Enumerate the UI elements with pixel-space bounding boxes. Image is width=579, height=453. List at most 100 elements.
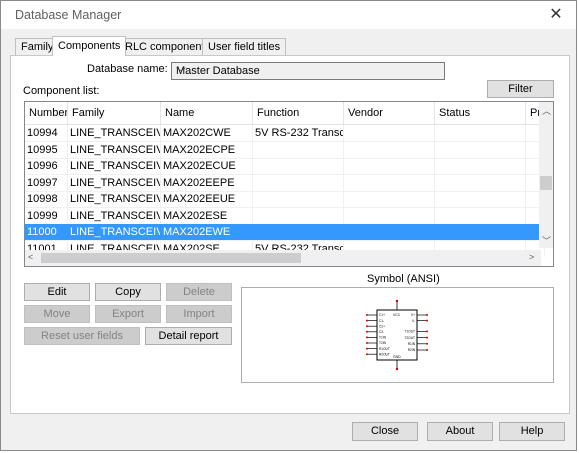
column-header-family[interactable]: Family: [68, 102, 161, 124]
table-cell: [253, 191, 344, 207]
symbol-label: Symbol (ANSI): [367, 273, 440, 285]
chevron-down-icon: ﹀: [176, 68, 186, 79]
table-cell: LINE_TRANSCEIVER: [68, 141, 161, 158]
table-cell: [435, 141, 526, 158]
table-cell: [344, 158, 435, 174]
horizontal-scroll-thumb[interactable]: [41, 253, 301, 263]
tab-user-field-titles[interactable]: User field titles: [202, 38, 287, 55]
pin-dot: [426, 319, 428, 322]
about-button[interactable]: About: [427, 422, 493, 441]
pin-dot: [366, 342, 368, 344]
table-cell: LINE_TRANSCEIVER: [68, 174, 161, 191]
table-cell: MAX202ECPE: [161, 141, 253, 158]
table-cell: [435, 158, 526, 174]
pin-label: C1-: [379, 319, 384, 323]
pin-label: C1+: [379, 313, 385, 317]
table-cell: [344, 224, 435, 240]
table-cell: MAX202EEUE: [161, 191, 253, 207]
scroll-right-icon[interactable]: >: [529, 252, 534, 262]
table-cell: [435, 191, 526, 207]
table-cell: LINE_TRANSCEIVER: [68, 207, 161, 224]
delete-button[interactable]: Delete: [166, 283, 232, 301]
vertical-scrollbar[interactable]: ︿ ﹀: [539, 102, 553, 248]
table-row[interactable]: 10996LINE_TRANSCEIVERMAX202ECUE: [25, 158, 545, 175]
pin-dot: [366, 353, 368, 356]
table-row[interactable]: 11000LINE_TRANSCEIVERMAX202EWE: [25, 224, 545, 241]
table-cell: [344, 174, 435, 191]
table-cell: 10997: [25, 174, 68, 191]
table-cell: [344, 141, 435, 158]
detail-report-button[interactable]: Detail report: [145, 327, 232, 345]
import-button[interactable]: Import: [166, 305, 232, 323]
filter-button[interactable]: Filter: [487, 80, 554, 98]
move-button[interactable]: Move: [24, 305, 90, 323]
table-cell: [253, 141, 344, 158]
close-icon[interactable]: ✕: [546, 5, 566, 25]
pin-label: T2OUT: [405, 336, 416, 340]
scroll-up-icon[interactable]: ︿: [542, 104, 551, 117]
table-cell: 5V RS-232 Transceiv: [255, 125, 344, 141]
table-cell: [344, 125, 435, 141]
ic-symbol-icon: C1+ C1-C2+ C2- T1INT2IN R1OUTR2OUT V+ V- T1OUT…: [366, 299, 428, 371]
table-cell: [435, 125, 526, 141]
pin-dot: [366, 336, 368, 339]
table-cell: MAX202ESE: [161, 207, 253, 224]
tab-components[interactable]: Components: [52, 36, 127, 56]
table-cell: MAX202EWE: [161, 224, 253, 240]
column-header-vendor[interactable]: Vendor: [344, 102, 435, 124]
table-cell: 10994: [25, 125, 68, 141]
help-button[interactable]: Help: [499, 422, 565, 441]
table-cell: 10996: [25, 158, 68, 174]
pin-label: T2IN: [379, 341, 387, 345]
table-header: Number Family Name Function Vendor Statu…: [25, 102, 545, 125]
gnd-pin-label: GND: [393, 355, 401, 359]
symbol-preview: C1+ C1- C2+ C2- T1IN T2IN R1OUT R2OUT V+ V- T1OUT…: [241, 287, 554, 383]
table-cell: [253, 224, 344, 240]
pin-dot: [426, 336, 428, 339]
window-title: Database Manager: [15, 8, 122, 22]
title-bar: Database Manager ✕: [1, 1, 576, 29]
reset-user-fields-button[interactable]: Reset user fields: [24, 327, 140, 345]
export-button[interactable]: Export: [95, 305, 161, 323]
table-cell: [344, 207, 435, 224]
close-button[interactable]: Close: [352, 422, 418, 441]
pin-label: R2IN: [408, 348, 416, 352]
table-row[interactable]: 10995LINE_TRANSCEIVERMAX202ECPE: [25, 141, 545, 159]
table-row[interactable]: 10999LINE_TRANSCEIVERMAX202ESE: [25, 207, 545, 225]
column-header-status[interactable]: Status: [435, 102, 526, 124]
vcc-pin-label: VCC: [393, 313, 401, 317]
pin-dot: [426, 349, 428, 351]
table-cell: 10999: [25, 207, 68, 224]
pin-label: C2+: [379, 324, 385, 328]
table-row[interactable]: 10994LINE_TRANSCEIVERMAX202CWE5V RS-232 …: [25, 125, 545, 142]
table-cell: [253, 174, 344, 191]
pin-dot: [366, 330, 368, 333]
table-cell: [344, 191, 435, 207]
vertical-scroll-thumb[interactable]: [540, 176, 552, 190]
pin-label: V+: [411, 313, 415, 317]
database-select[interactable]: Master Database ﹀: [171, 62, 445, 80]
table-cell: [435, 174, 526, 191]
scroll-down-icon[interactable]: ﹀: [542, 234, 551, 247]
pin-label: T1OUT: [405, 330, 416, 334]
horizontal-scrollbar[interactable]: < >: [25, 250, 541, 266]
component-list-label: Component list:: [23, 85, 100, 97]
scroll-left-icon[interactable]: <: [28, 252, 33, 262]
table-cell: [253, 158, 344, 174]
pin-label: C2-: [379, 330, 384, 334]
table-cell: [253, 207, 344, 224]
table-cell: LINE_TRANSCEIVER: [68, 125, 161, 141]
edit-button[interactable]: Edit: [24, 283, 90, 301]
table-cell: LINE_TRANSCEIVER: [68, 224, 161, 240]
table-cell: [435, 207, 526, 224]
database-manager-window: Database Manager ✕ Family Components RLC…: [0, 0, 577, 451]
column-header-number[interactable]: Number: [25, 102, 68, 124]
table-cell: MAX202EEPE: [161, 174, 253, 191]
pin-dot: [366, 319, 368, 322]
table-cell: 11000: [25, 224, 68, 240]
table-row[interactable]: 10998LINE_TRANSCEIVERMAX202EEUE: [25, 191, 545, 208]
copy-button[interactable]: Copy: [95, 283, 161, 301]
table-row[interactable]: 10997LINE_TRANSCEIVERMAX202EEPE: [25, 174, 545, 192]
column-header-name[interactable]: Name: [161, 102, 253, 124]
column-header-function[interactable]: Function: [253, 102, 344, 124]
